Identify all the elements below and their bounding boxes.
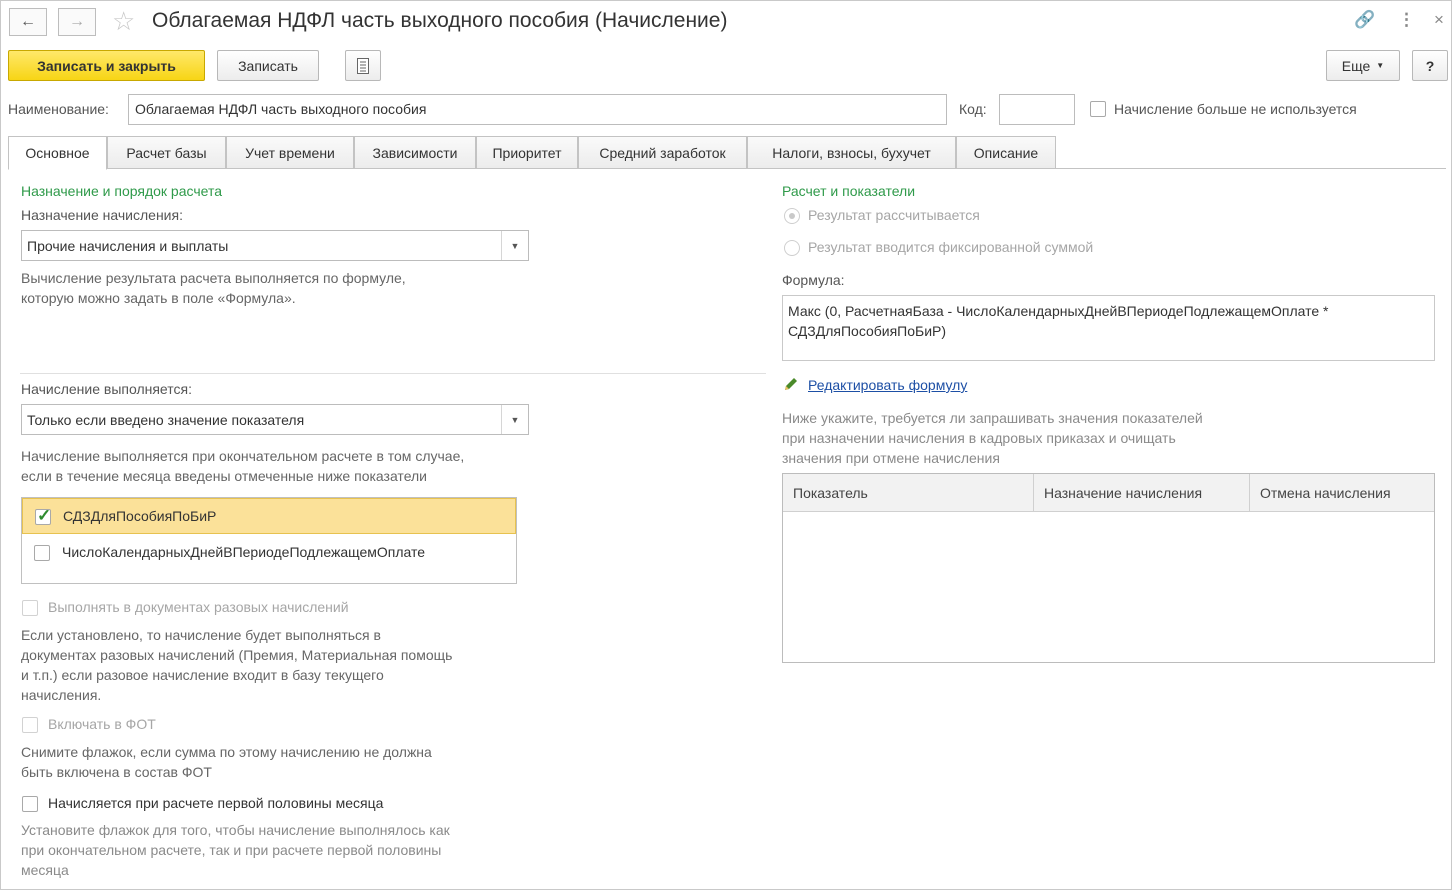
onetime-checkbox[interactable] — [22, 600, 38, 616]
indicator-row[interactable]: ЧислоКалендарныхДнейВПериодеПодлежащемОп… — [22, 535, 516, 571]
help-button[interactable]: ? — [1412, 50, 1448, 81]
indicator-label: СДЗДляПособияПоБиР — [63, 508, 217, 524]
executes-hint-line: Начисление выполняется при окончательном… — [21, 448, 465, 464]
tab-nalogi[interactable]: Налоги, взносы, бухучет — [747, 136, 956, 169]
onetime-hint-line: Если установлено, то начисление будет вы… — [21, 627, 381, 643]
forward-button[interactable]: → — [58, 8, 96, 36]
purpose-label: Назначение начисления: — [21, 207, 183, 223]
document-icon — [357, 57, 369, 74]
indicator-row[interactable]: ✓ СДЗДляПособияПоБиР — [22, 498, 516, 534]
save-button[interactable]: Записать — [217, 50, 319, 81]
tab-uchet-vremeni[interactable]: Учет времени — [226, 136, 354, 169]
purpose-select-value: Прочие начисления и выплаты — [27, 238, 229, 254]
unused-label: Начисление больше не используется — [1114, 101, 1357, 117]
indicators-note-line: Ниже укажите, требуется ли запрашивать з… — [782, 410, 1203, 426]
checkmark-icon: ✓ — [37, 506, 52, 525]
document-list-button[interactable] — [345, 50, 381, 81]
chevron-down-icon[interactable]: ▼ — [501, 231, 528, 260]
fot-checkbox[interactable] — [22, 717, 38, 733]
half-month-label: Начисляется при расчете первой половины … — [48, 795, 384, 811]
executes-select-value: Только если введено значение показателя — [27, 412, 305, 428]
fot-hint-line: Снимите флажок, если сумма по этому начи… — [21, 744, 432, 760]
unused-checkbox[interactable] — [1090, 101, 1106, 117]
tab-osnovnoe[interactable]: Основное — [8, 136, 107, 170]
tab-raschet-bazy[interactable]: Расчет базы — [107, 136, 226, 169]
section-purpose-title: Назначение и порядок расчета — [21, 183, 223, 199]
table-header-cancel[interactable]: Отмена начисления — [1249, 474, 1434, 512]
tab-opisanie[interactable]: Описание — [956, 136, 1056, 169]
radio-calculated[interactable] — [784, 208, 800, 224]
name-input[interactable]: Облагаемая НДФЛ часть выходного пособия — [128, 94, 947, 125]
more-vertical-icon[interactable]: ⋮ — [1398, 10, 1415, 30]
link-icon[interactable]: 🔗 — [1354, 10, 1375, 30]
star-icon[interactable]: ☆ — [112, 6, 135, 37]
half-month-hint-line: при окончательном расчете, так и при рас… — [21, 842, 442, 858]
half-month-checkbox[interactable] — [22, 796, 38, 812]
radio-dot — [789, 213, 795, 219]
formula-label: Формула: — [782, 272, 845, 288]
executes-label: Начисление выполняется: — [21, 381, 192, 397]
radio-calculated-label: Результат рассчитывается — [808, 207, 980, 223]
purpose-hint-line: которую можно задать в поле «Формула». — [21, 290, 296, 306]
arrow-right-icon: → — [69, 13, 85, 30]
radio-fixed-label: Результат вводится фиксированной суммой — [808, 239, 1094, 255]
onetime-hint-line: и т.п.) если разовое начисление входит в… — [21, 667, 384, 683]
indicators-table[interactable]: Показатель Назначение начисления Отмена … — [782, 473, 1435, 663]
half-month-hint-line: месяца — [21, 862, 69, 878]
onetime-label: Выполнять в документах разовых начислени… — [48, 599, 349, 615]
code-label: Код: — [959, 101, 987, 117]
indicators-list: ✓ СДЗДляПособияПоБиР ЧислоКалендарныхДне… — [21, 497, 517, 584]
tab-sredniy-zarabotok[interactable]: Средний заработок — [578, 136, 747, 169]
executes-hint-line: если в течение месяца введены отмеченные… — [21, 468, 427, 484]
table-header-assignment[interactable]: Назначение начисления — [1033, 474, 1249, 512]
onetime-hint-line: начисления. — [21, 687, 102, 703]
section-divider — [20, 373, 766, 374]
formula-line: СДЗДляПособияПоБиР) — [788, 323, 947, 339]
radio-fixed[interactable] — [784, 240, 800, 256]
name-label: Наименование: — [8, 101, 109, 117]
fot-hint: Снимите флажок, если сумма по этому начи… — [21, 742, 432, 782]
table-header-indicator[interactable]: Показатель — [783, 474, 1033, 512]
indicator-label: ЧислоКалендарныхДнейВПериодеПодлежащемОп… — [62, 544, 426, 560]
half-month-hint-line: Установите флажок для того, чтобы начисл… — [21, 822, 450, 838]
code-input[interactable] — [999, 94, 1075, 125]
indicators-note: Ниже укажите, требуется ли запрашивать з… — [782, 408, 1203, 468]
indicator-checkbox[interactable] — [34, 545, 50, 561]
formula-line: Макс (0, РасчетнаяБаза - ЧислоКалендарны… — [788, 303, 1329, 319]
executes-select[interactable]: Только если введено значение показателя … — [21, 404, 529, 435]
close-icon[interactable]: × — [1434, 10, 1444, 30]
more-actions-label: Еще — [1341, 57, 1371, 74]
formula-field[interactable]: Макс (0, РасчетнаяБаза - ЧислоКалендарны… — [782, 295, 1435, 361]
tab-prioritet[interactable]: Приоритет — [476, 136, 578, 169]
section-calc-title: Расчет и показатели — [782, 183, 916, 199]
arrow-left-icon: ← — [20, 13, 36, 30]
page-title: Облагаемая НДФЛ часть выходного пособия … — [152, 9, 728, 32]
indicator-checkbox[interactable]: ✓ — [35, 506, 52, 525]
onetime-hint-line: документах разовых начислений (Премия, М… — [21, 647, 453, 663]
indicators-note-line: значения при отмене начисления — [782, 450, 1000, 466]
chevron-down-icon[interactable]: ▼ — [501, 405, 528, 434]
executes-hint: Начисление выполняется при окончательном… — [21, 446, 464, 486]
edit-formula-link[interactable]: Редактировать формулу — [808, 377, 967, 393]
purpose-hint: Вычисление результата расчета выполняетс… — [21, 268, 406, 308]
fot-hint-line: быть включена в состав ФОТ — [21, 764, 212, 780]
back-button[interactable]: ← — [9, 8, 47, 36]
half-month-hint: Установите флажок для того, чтобы начисл… — [21, 820, 450, 880]
onetime-hint: Если установлено, то начисление будет вы… — [21, 625, 452, 705]
save-and-close-button[interactable]: Записать и закрыть — [8, 50, 205, 81]
pencil-icon[interactable] — [783, 376, 799, 395]
chevron-down-icon: ▼ — [1376, 61, 1385, 70]
more-actions-button[interactable]: Еще ▼ — [1326, 50, 1400, 81]
indicators-note-line: при назначении начисления в кадровых при… — [782, 430, 1176, 446]
purpose-hint-line: Вычисление результата расчета выполняетс… — [21, 270, 406, 286]
purpose-select[interactable]: Прочие начисления и выплаты ▼ — [21, 230, 529, 261]
fot-label: Включать в ФОТ — [48, 716, 156, 732]
tab-zavisimosti[interactable]: Зависимости — [354, 136, 476, 169]
